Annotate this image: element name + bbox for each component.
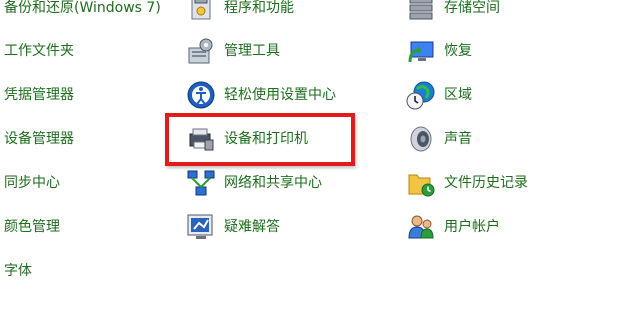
item-user-accounts[interactable]: 用户帐户 [406, 213, 500, 241]
item-label: 恢复 [444, 43, 472, 59]
item-region[interactable]: 区域 [406, 80, 472, 110]
item-label: 颜色管理 [4, 219, 60, 235]
item-credential-manager[interactable]: 凭据管理器 [4, 81, 74, 109]
item-label: 工作文件夹 [4, 43, 74, 59]
user-accounts-icon [406, 212, 436, 242]
item-label: 文件历史记录 [444, 175, 528, 191]
item-programs-features[interactable]: 程序和功能 [186, 0, 294, 22]
item-device-manager[interactable]: 设备管理器 [4, 125, 74, 153]
item-label: 网络和共享中心 [224, 175, 322, 191]
item-admin-tools[interactable]: 管理工具 [186, 37, 280, 65]
item-troubleshooting[interactable]: 疑难解答 [186, 213, 280, 241]
item-label: 字体 [4, 263, 32, 279]
item-label: 程序和功能 [224, 0, 294, 16]
item-label: 存储空间 [444, 0, 500, 16]
troubleshoot-icon [186, 212, 216, 242]
speaker-icon [406, 124, 436, 154]
region-clock-icon [406, 80, 436, 110]
network-icon [186, 168, 216, 198]
item-work-folders[interactable]: 工作文件夹 [4, 37, 74, 65]
item-label: 区域 [444, 87, 472, 103]
highlight-annotation-box [165, 113, 355, 166]
item-label: 同步中心 [4, 175, 60, 191]
admin-tools-icon [186, 36, 216, 66]
item-ease-of-access[interactable]: 轻松使用设置中心 [186, 81, 336, 109]
item-label: 凭据管理器 [4, 87, 74, 103]
item-label: 设备管理器 [4, 131, 74, 147]
item-label: 声音 [444, 131, 472, 147]
storage-icon [406, 0, 436, 23]
item-fonts[interactable]: 字体 [4, 257, 32, 285]
item-storage-spaces[interactable]: 存储空间 [406, 0, 500, 22]
programs-features-icon [186, 0, 216, 23]
item-recovery[interactable]: 恢复 [406, 37, 472, 65]
recovery-icon [406, 36, 436, 66]
item-label: 备份和还原(Windows 7) [4, 0, 161, 16]
item-label: 管理工具 [224, 43, 280, 59]
item-label: 轻松使用设置中心 [224, 87, 336, 103]
item-network-sharing[interactable]: 网络和共享中心 [186, 169, 322, 197]
item-color-management[interactable]: 颜色管理 [4, 213, 60, 241]
item-label: 用户帐户 [444, 219, 500, 235]
item-file-history[interactable]: 文件历史记录 [406, 169, 528, 197]
file-history-icon [406, 168, 436, 198]
ease-of-access-icon [186, 80, 216, 110]
item-backup-restore[interactable]: 备份和还原(Windows 7) [4, 0, 161, 22]
item-sound[interactable]: 声音 [406, 125, 472, 153]
control-panel-all-items: 备份和还原(Windows 7) 工作文件夹 凭据管理器 设备管理器 同步中心 … [0, 0, 620, 309]
item-label: 疑难解答 [224, 219, 280, 235]
item-sync-center[interactable]: 同步中心 [4, 169, 60, 197]
